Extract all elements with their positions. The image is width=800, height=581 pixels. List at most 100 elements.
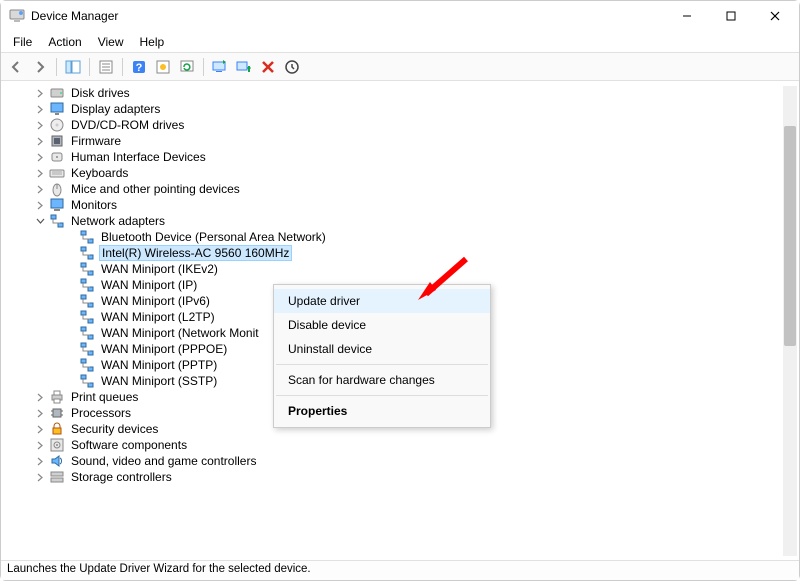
ctx-scan-hardware[interactable]: Scan for hardware changes	[274, 368, 490, 392]
chevron-right-icon[interactable]	[33, 454, 47, 468]
net-adapter-icon	[79, 261, 95, 277]
tree-node[interactable]: Disk drives	[3, 85, 797, 101]
tree-node-label: WAN Miniport (IKEv2)	[99, 262, 220, 276]
action-button[interactable]	[152, 56, 174, 78]
update-driver-toolbar-button[interactable]	[209, 56, 231, 78]
close-button[interactable]	[753, 2, 797, 30]
menubar: File Action View Help	[1, 31, 799, 53]
dvd-icon	[49, 117, 65, 133]
statusbar-text: Launches the Update Driver Wizard for th…	[7, 563, 311, 575]
menu-file[interactable]: File	[5, 33, 40, 51]
titlebar: Device Manager	[1, 1, 799, 31]
no-expander	[63, 278, 77, 292]
ctx-separator	[276, 364, 488, 365]
no-expander	[63, 374, 77, 388]
tree-node[interactable]: Firmware	[3, 133, 797, 149]
ctx-properties[interactable]: Properties	[274, 399, 490, 423]
toolbar: ?	[1, 53, 799, 81]
monitor-icon	[49, 197, 65, 213]
chevron-right-icon[interactable]	[33, 134, 47, 148]
tree-node[interactable]: Storage controllers	[3, 469, 797, 485]
net-adapter-icon	[79, 277, 95, 293]
chevron-right-icon[interactable]	[33, 150, 47, 164]
chevron-down-icon[interactable]	[33, 214, 47, 228]
security-icon	[49, 421, 65, 437]
tree-node-label: Processors	[69, 406, 133, 420]
chevron-right-icon[interactable]	[33, 422, 47, 436]
tree-node-label: WAN Miniport (SSTP)	[99, 374, 219, 388]
context-menu: Update driver Disable device Uninstall d…	[273, 284, 491, 428]
forward-button[interactable]	[29, 56, 51, 78]
ctx-disable-device[interactable]: Disable device	[274, 313, 490, 337]
net-adapter-icon	[79, 373, 95, 389]
tree-node[interactable]: Display adapters	[3, 101, 797, 117]
tree-node-label: WAN Miniport (Network Monit	[99, 326, 261, 340]
ctx-uninstall-device[interactable]: Uninstall device	[274, 337, 490, 361]
menu-help[interactable]: Help	[132, 33, 173, 51]
minimize-button[interactable]	[665, 2, 709, 30]
refresh-button[interactable]	[176, 56, 198, 78]
toolbar-separator	[122, 58, 123, 76]
no-expander	[63, 230, 77, 244]
scrollbar[interactable]	[783, 86, 797, 556]
app-icon	[9, 8, 25, 24]
statusbar: Launches the Update Driver Wizard for th…	[1, 560, 799, 580]
tree-node[interactable]: Sound, video and game controllers	[3, 453, 797, 469]
tree-node[interactable]: Mice and other pointing devices	[3, 181, 797, 197]
tree-node[interactable]: Intel(R) Wireless-AC 9560 160MHz	[3, 245, 797, 261]
disable-device-toolbar-button[interactable]	[233, 56, 255, 78]
chevron-right-icon[interactable]	[33, 198, 47, 212]
tree-node[interactable]: WAN Miniport (IKEv2)	[3, 261, 797, 277]
no-expander	[63, 294, 77, 308]
no-expander	[63, 326, 77, 340]
no-expander	[63, 262, 77, 276]
chevron-right-icon[interactable]	[33, 118, 47, 132]
toolbar-separator	[203, 58, 204, 76]
tree-node[interactable]: Software components	[3, 437, 797, 453]
no-expander	[63, 358, 77, 372]
tree-node[interactable]: DVD/CD-ROM drives	[3, 117, 797, 133]
chevron-right-icon[interactable]	[33, 390, 47, 404]
tree-node[interactable]: Bluetooth Device (Personal Area Network)	[3, 229, 797, 245]
uninstall-device-toolbar-button[interactable]	[257, 56, 279, 78]
chevron-right-icon[interactable]	[33, 470, 47, 484]
tree-node-label: Monitors	[69, 198, 119, 212]
show-hide-tree-button[interactable]	[62, 56, 84, 78]
tree-node[interactable]: Monitors	[3, 197, 797, 213]
hid-icon	[49, 149, 65, 165]
tree-node-label: DVD/CD-ROM drives	[69, 118, 186, 132]
toolbar-separator	[56, 58, 57, 76]
chevron-right-icon[interactable]	[33, 182, 47, 196]
tree-node-label: Intel(R) Wireless-AC 9560 160MHz	[99, 245, 292, 261]
chevron-right-icon[interactable]	[33, 438, 47, 452]
disk-icon	[49, 85, 65, 101]
chevron-right-icon[interactable]	[33, 166, 47, 180]
menu-view[interactable]: View	[90, 33, 132, 51]
tree-node-label: Keyboards	[69, 166, 130, 180]
help-button[interactable]: ?	[128, 56, 150, 78]
display-icon	[49, 101, 65, 117]
scrollbar-thumb[interactable]	[784, 126, 796, 346]
tree-node-label: Storage controllers	[69, 470, 174, 484]
chevron-right-icon[interactable]	[33, 102, 47, 116]
tree-node-label: Sound, video and game controllers	[69, 454, 258, 468]
scan-hardware-toolbar-button[interactable]	[281, 56, 303, 78]
chevron-right-icon[interactable]	[33, 406, 47, 420]
ctx-update-driver[interactable]: Update driver	[274, 289, 490, 313]
chevron-right-icon[interactable]	[33, 86, 47, 100]
properties-button[interactable]	[95, 56, 117, 78]
tree-node-label: Display adapters	[69, 102, 162, 116]
tree-node[interactable]: Keyboards	[3, 165, 797, 181]
toolbar-separator	[89, 58, 90, 76]
tree-node-label: Mice and other pointing devices	[69, 182, 242, 196]
tree-node[interactable]: Network adapters	[3, 213, 797, 229]
no-expander	[63, 310, 77, 324]
menu-action[interactable]: Action	[40, 33, 89, 51]
tree-node[interactable]: Human Interface Devices	[3, 149, 797, 165]
tree-node-label: Human Interface Devices	[69, 150, 208, 164]
tree-node-label: Disk drives	[69, 86, 132, 100]
back-button[interactable]	[5, 56, 27, 78]
maximize-button[interactable]	[709, 2, 753, 30]
net-adapter-icon	[79, 245, 95, 261]
no-expander	[63, 342, 77, 356]
